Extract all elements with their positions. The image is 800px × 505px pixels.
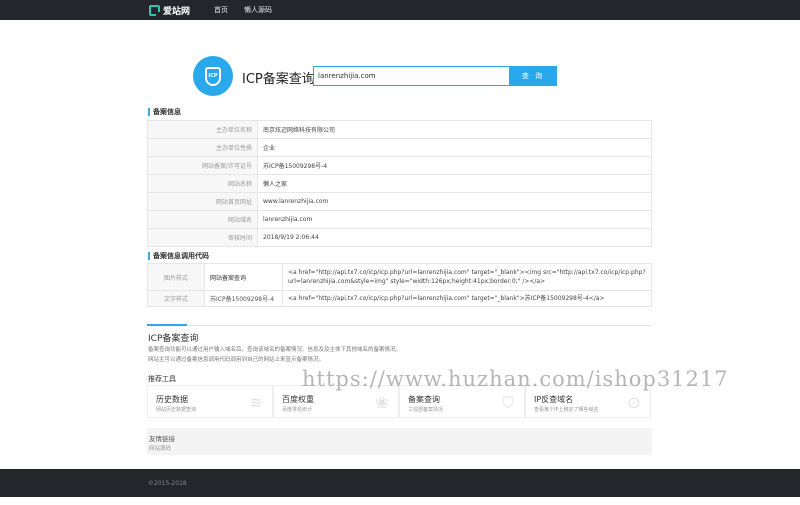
nav-home[interactable]: 首页 — [214, 0, 228, 20]
paw-icon: ❀ — [375, 393, 389, 412]
about-text: 备案查询功能可以通过用户输入域名后，查询该域名的备案情况、信息及及主体下其他域名… — [148, 347, 402, 353]
friend-link[interactable]: 网站源码 — [149, 444, 171, 452]
table-row: 文字样式 苏ICP备15009298号-4 <a href="http://ap… — [147, 290, 652, 307]
row-value: 懒人之家 — [257, 174, 652, 193]
tool-desc: 网站历史数据查询 — [156, 407, 197, 413]
tool-name: IP反查域名 — [534, 395, 574, 404]
tool-baidu-weight[interactable]: 百度权重 百度排名统计 ❀ — [273, 385, 399, 418]
table-row: 主办单位性质 企业 — [147, 138, 652, 157]
search-button[interactable]: 查 询 — [509, 66, 557, 86]
icp-icon-text: ICP — [208, 73, 218, 79]
row-label: 网站首页网址 — [147, 192, 258, 211]
shield-icon: ⛉ — [501, 393, 514, 412]
row-label: 网站域名 — [147, 210, 258, 229]
style-label: 图片样式 — [147, 263, 205, 291]
table-row: 网站备案/许可证号 苏ICP备15009298号-4 — [147, 156, 652, 175]
embed-code-text[interactable]: <a href="http://api.tx7.co/icp/icp.php?u… — [282, 290, 652, 307]
footer: ©2015-2018 — [0, 469, 800, 497]
tool-name: 历史数据 — [156, 395, 188, 404]
row-value: 2018/9/19 2:06:44 — [257, 228, 652, 247]
row-label: 网站名称 — [147, 174, 258, 193]
row-value: 企业 — [257, 138, 652, 157]
tool-desc: 工信部备案情况 — [408, 407, 444, 413]
embed-code-title: 备案信息调用代码 — [148, 252, 209, 260]
page-title: ICP备案查询 — [242, 72, 315, 87]
logo-text: 爱站网 — [163, 6, 191, 17]
style-name: 网站备案查询 — [204, 263, 283, 291]
row-label: 网站备案/许可证号 — [147, 156, 258, 175]
table-row: 网站名称 懒人之家 — [147, 174, 652, 193]
row-value: www.lanrenzhijia.com — [257, 192, 652, 211]
about-text: 网站主可以通过备案信息调用代码调用到自己的网站上来显示备案情况。 — [148, 357, 325, 363]
layers-icon: ≋ — [249, 393, 263, 412]
ip-icon: ⊙ — [627, 393, 641, 412]
table-row: 审核时间 2018/9/19 2:06:44 — [147, 228, 652, 247]
domain-search-input[interactable] — [313, 66, 510, 86]
tool-history-data[interactable]: 历史数据 网站历史数据查询 ≋ — [147, 385, 273, 418]
copyright: ©2015-2018 — [148, 480, 187, 487]
row-label: 主办单位名称 — [147, 120, 258, 139]
embed-code-text[interactable]: <a href="http://api.tx7.co/icp/icp.php?u… — [282, 263, 652, 291]
top-nav-bar: 爱站网 首页 懒人源码 — [0, 0, 800, 20]
tool-name: 百度权重 — [282, 395, 314, 404]
record-info-title: 备案信息 — [148, 108, 181, 116]
nav-lazy-source[interactable]: 懒人源码 — [244, 0, 272, 20]
friend-links: 友情链接 网站源码 — [147, 428, 652, 455]
about-title: ICP备案查询 — [148, 334, 199, 344]
table-row: 网站域名 lanrenzhijia.com — [147, 210, 652, 229]
tool-desc: 查看某个IP上绑定了哪些域名 — [534, 407, 599, 413]
style-name: 苏ICP备15009298号-4 — [204, 290, 283, 307]
embed-code-table: 图片样式 网站备案查询 <a href="http://api.tx7.co/i… — [147, 263, 652, 307]
divider-accent — [147, 324, 187, 326]
tool-desc: 百度排名统计 — [282, 407, 313, 413]
links-title: 友情链接 — [149, 435, 175, 443]
style-label: 文字样式 — [147, 290, 205, 307]
table-row: 网站首页网址 www.lanrenzhijia.com — [147, 192, 652, 211]
tool-icp-query[interactable]: 备案查询 工信部备案情况 ⛉ — [399, 385, 525, 418]
tools-title: 推荐工具 — [148, 375, 176, 383]
divider — [147, 325, 652, 326]
record-info-table: 主办单位名称 南京炫迈网络科技有限公司 主办单位性质 企业 网站备案/许可证号 苏IC… — [147, 120, 652, 247]
row-value: 苏ICP备15009298号-4 — [257, 156, 652, 175]
tool-ip-reverse[interactable]: IP反查域名 查看某个IP上绑定了哪些域名 ⊙ — [525, 385, 651, 418]
table-row: 主办单位名称 南京炫迈网络科技有限公司 — [147, 120, 652, 139]
shield-icon: ICP — [205, 66, 221, 86]
row-value: lanrenzhijia.com — [257, 210, 652, 229]
logo-icon — [149, 4, 161, 17]
row-label: 主办单位性质 — [147, 138, 258, 157]
tool-name: 备案查询 — [408, 395, 440, 404]
table-row: 图片样式 网站备案查询 <a href="http://api.tx7.co/i… — [147, 263, 652, 291]
row-value: 南京炫迈网络科技有限公司 — [257, 120, 652, 139]
icp-badge-icon: ICP — [193, 56, 233, 96]
site-logo[interactable]: 爱站网 — [149, 4, 191, 17]
row-label: 审核时间 — [147, 228, 258, 247]
